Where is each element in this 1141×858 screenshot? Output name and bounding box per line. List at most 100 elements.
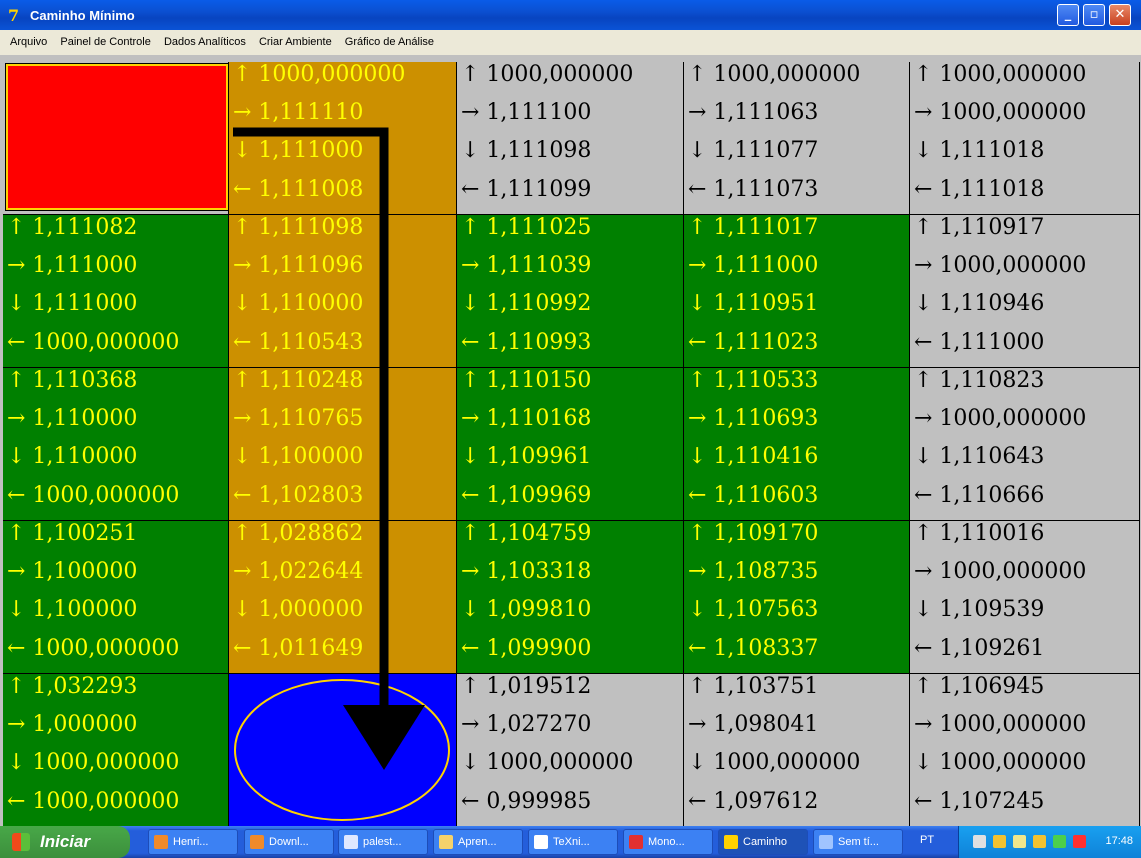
- title-bar[interactable]: 7 Caminho Mínimo _ ▫ ✕: [0, 0, 1141, 30]
- maximize-button[interactable]: ▫: [1083, 4, 1105, 26]
- grid-cell[interactable]: ↑ 1,100251 → 1,100000 ↓ 1,100000 ← 1000,000…: [3, 521, 229, 674]
- language-indicator[interactable]: PT: [920, 834, 934, 846]
- grid-cell[interactable]: ↑ 1,110248 → 1,110765 ↓ 1,100000 ← 1,102803: [229, 368, 457, 521]
- cell-value: ← 1000,000000: [7, 635, 180, 661]
- cell-value: ← 1,011649: [233, 635, 364, 661]
- battery-icon[interactable]: [1053, 835, 1066, 848]
- cell-value: → 1000,000000: [914, 100, 1087, 126]
- grid-cell[interactable]: ↑ 1,111025 → 1,111039 ↓ 1,110992 ← 1,110993: [457, 215, 684, 368]
- cell-value: ↓ 1,110000: [7, 444, 138, 470]
- menu-arquivo[interactable]: Arquivo: [10, 36, 47, 48]
- cell-value: ↓ 1,000000: [233, 597, 364, 623]
- menu-criar-ambiente[interactable]: Criar Ambiente: [259, 36, 332, 48]
- cell-value: ← 1,111008: [233, 176, 364, 202]
- grid-cell[interactable]: ↑ 1000,000000 → 1,111110 ↓ 1,111000 ← 1,111…: [229, 62, 457, 215]
- network-icon[interactable]: [973, 835, 986, 848]
- taskbar-item-label: Caminho: [743, 836, 788, 848]
- cell-value: → 1,103318: [461, 559, 592, 585]
- maze-grid: ↑ 1000,000000 → 1,111110 ↓ 1,111000 ← 1,111…: [3, 62, 1141, 827]
- taskbar-item[interactable]: Henri...: [148, 829, 238, 855]
- cell-value: ↓ 1,110992: [461, 291, 592, 317]
- cell-value: ← 1,108337: [688, 635, 819, 661]
- cell-value: ↓ 1,111098: [461, 138, 592, 164]
- cell-value: ↓ 1,110951: [688, 291, 819, 317]
- taskbar-item[interactable]: Downl...: [244, 829, 334, 855]
- grid-cell[interactable]: ↑ 1,110368 → 1,110000 ↓ 1,110000 ← 1000,000…: [3, 368, 229, 521]
- messenger-icon[interactable]: [1033, 835, 1046, 848]
- grid-cell[interactable]: ↑ 1,106945 → 1000,000000 ↓ 1000,000000 ← 1,…: [910, 674, 1140, 827]
- taskbar-item[interactable]: Sem tí...: [813, 829, 903, 855]
- cell-value: → 1,022644: [233, 559, 364, 585]
- pdf-icon: [629, 835, 643, 849]
- cell-value: ↓ 1,110416: [688, 444, 819, 470]
- grid-cell[interactable]: ↑ 1,111017 → 1,111000 ↓ 1,110951 ← 1,111023: [684, 215, 910, 368]
- cell-value: → 1000,000000: [914, 253, 1087, 279]
- taskbar-item[interactable]: Apren...: [433, 829, 523, 855]
- grid-cell[interactable]: ↑ 1000,000000 → 1000,000000 ↓ 1,111018 ← 1,…: [910, 62, 1140, 215]
- grid-cell[interactable]: ↑ 1,110823 → 1000,000000 ↓ 1,110643 ← 1,110…: [910, 368, 1140, 521]
- cell-value: → 1,110765: [233, 406, 364, 432]
- cell-value: → 1000,000000: [914, 712, 1087, 738]
- grid-cell[interactable]: ↑ 1,110917 → 1000,000000 ↓ 1,110946 ← 1,111…: [910, 215, 1140, 368]
- grid-cell[interactable]: ↑ 1,110150 → 1,110168 ↓ 1,109961 ← 1,109969: [457, 368, 684, 521]
- menu-dados-analiticos[interactable]: Dados Analíticos: [164, 36, 246, 48]
- grid-cell[interactable]: ↑ 1,032293 → 1,000000 ↓ 1000,000000 ← 1000,…: [3, 674, 229, 827]
- grid-cell[interactable]: ↑ 1,110533 → 1,110693 ↓ 1,110416 ← 1,110603: [684, 368, 910, 521]
- grid-cell[interactable]: ↑ 1,019512 → 1,027270 ↓ 1000,000000 ← 0,999…: [457, 674, 684, 827]
- grid-cell[interactable]: ↑ 1,028862 → 1,022644 ↓ 1,000000 ← 1,011649: [229, 521, 457, 674]
- cell-value: ← 1,110993: [461, 329, 592, 355]
- grid-cell[interactable]: ↑ 1000,000000 → 1,111100 ↓ 1,111098 ← 1,111…: [457, 62, 684, 215]
- taskbar-item-label: TeXni...: [553, 836, 590, 848]
- minimize-button[interactable]: _: [1057, 4, 1079, 26]
- paint-icon: [819, 835, 833, 849]
- cell-value: ← 1,109261: [914, 635, 1045, 661]
- cell-value: ← 1,097612: [688, 788, 819, 814]
- cell-value: → 1000,000000: [914, 559, 1087, 585]
- cell-value: ← 1,110666: [914, 482, 1045, 508]
- cell-value: ↑ 1000,000000: [914, 62, 1087, 87]
- cell-value: ↑ 1,110823: [914, 368, 1045, 393]
- clock[interactable]: 17:48: [1105, 835, 1133, 847]
- grid-cell[interactable]: ↑ 1000,000000 → 1,111063 ↓ 1,111077 ← 1,111…: [684, 62, 910, 215]
- close-button[interactable]: ✕: [1109, 4, 1131, 26]
- folder-icon: [439, 835, 453, 849]
- cell-value: ← 1,110603: [688, 482, 819, 508]
- cell-value: ↑ 1,110150: [461, 368, 592, 393]
- grid-cell[interactable]: ↑ 1,111098 → 1,111096 ↓ 1,110000 ← 1,110543: [229, 215, 457, 368]
- system-tray: 17:48: [958, 826, 1141, 858]
- taskbar: Iniciar Henri... Downl... palest... Apren..…: [0, 826, 1141, 858]
- grid-cell[interactable]: [3, 62, 229, 215]
- cell-value: ↓ 1,100000: [233, 444, 364, 470]
- taskbar-item[interactable]: TeXni...: [528, 829, 618, 855]
- cell-value: ↓ 1,111000: [7, 291, 138, 317]
- cell-value: ↓ 1,111077: [688, 138, 819, 164]
- cell-value: → 1,111096: [233, 253, 364, 279]
- cell-value: ↑ 1,028862: [233, 521, 364, 546]
- menu-painel-de-controle[interactable]: Painel de Controle: [60, 36, 151, 48]
- cell-value: ↓ 1,110000: [233, 291, 364, 317]
- cell-value: → 1,111063: [688, 100, 819, 126]
- volume-icon[interactable]: [1013, 835, 1026, 848]
- taskbar-item[interactable]: palest...: [338, 829, 428, 855]
- start-button[interactable]: Iniciar: [0, 826, 130, 858]
- cell-value: ↑ 1,032293: [7, 674, 138, 699]
- cell-value: ↑ 1,103751: [688, 674, 819, 699]
- taskbar-item[interactable]: Caminho: [718, 829, 808, 855]
- cell-value: → 1,110168: [461, 406, 592, 432]
- cell-value: ↑ 1,110016: [914, 521, 1045, 546]
- cell-value: ← 1000,000000: [7, 482, 180, 508]
- grid-cell[interactable]: [229, 674, 457, 827]
- cell-value: ↑ 1,110917: [914, 215, 1045, 240]
- grid-cell[interactable]: ↑ 1,109170 → 1,108735 ↓ 1,107563 ← 1,108337: [684, 521, 910, 674]
- grid-cell[interactable]: ↑ 1,104759 → 1,103318 ↓ 1,099810 ← 1,099900: [457, 521, 684, 674]
- cell-value: ← 1,111000: [914, 329, 1045, 355]
- cell-value: ↓ 1000,000000: [688, 750, 861, 776]
- update-icon[interactable]: [1073, 835, 1086, 848]
- grid-cell[interactable]: ↑ 1,111082 → 1,111000 ↓ 1,111000 ← 1000,000…: [3, 215, 229, 368]
- grid-cell[interactable]: ↑ 1,110016 → 1000,000000 ↓ 1,109539 ← 1,109…: [910, 521, 1140, 674]
- taskbar-item[interactable]: Mono...: [623, 829, 713, 855]
- menu-grafico-de-analise[interactable]: Gráfico de Análise: [345, 36, 434, 48]
- security-icon[interactable]: [993, 835, 1006, 848]
- grid-cell[interactable]: ↑ 1,103751 → 1,098041 ↓ 1000,000000 ← 1,097…: [684, 674, 910, 827]
- cell-value: ↑ 1,111098: [233, 215, 364, 240]
